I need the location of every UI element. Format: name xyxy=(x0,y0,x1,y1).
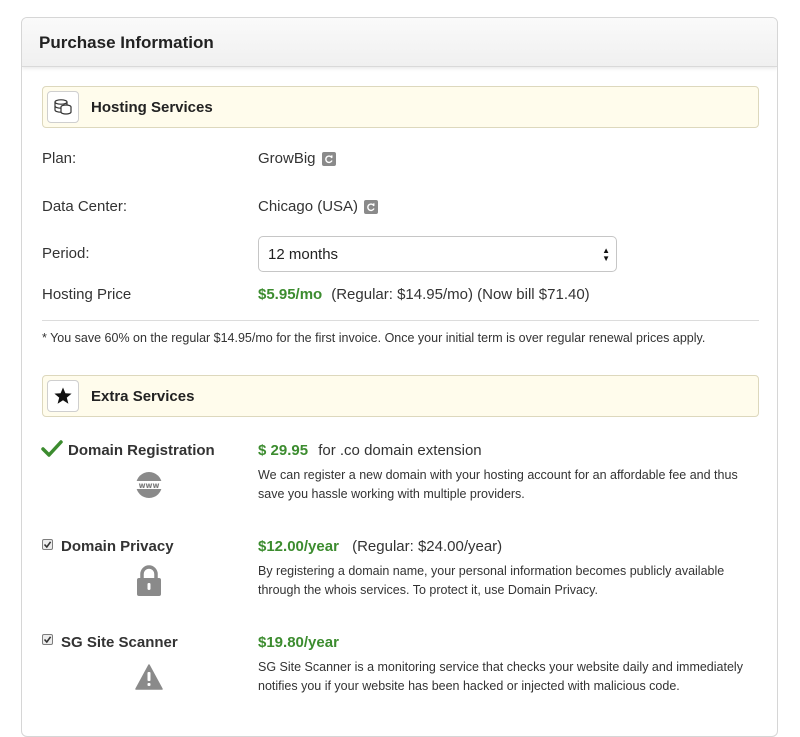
warning-icon xyxy=(135,664,163,690)
www-icon: www xyxy=(135,472,163,498)
change-plan-refresh-icon[interactable] xyxy=(321,151,336,166)
domain-registration-price-suffix: for .co domain extension xyxy=(318,442,482,459)
site-scanner-price: $19.80/year xyxy=(258,634,339,651)
domain-privacy-name: Domain Privacy xyxy=(61,538,174,555)
site-scanner-name: SG Site Scanner xyxy=(61,634,178,651)
panel-header: Purchase Information xyxy=(22,18,777,67)
purchase-information-panel: Purchase Information Hosting Services Pl… xyxy=(21,17,778,737)
hosting-services-title: Hosting Services xyxy=(91,99,213,116)
svg-text:www: www xyxy=(139,481,160,490)
savings-note: * You save 60% on the regular $14.95/mo … xyxy=(42,331,706,345)
checkmark-icon[interactable] xyxy=(41,440,63,458)
site-scanner-checkbox[interactable] xyxy=(42,634,53,645)
hosting-price-label: Hosting Price xyxy=(42,286,132,303)
extra-services-title: Extra Services xyxy=(91,388,195,405)
server-icon xyxy=(47,91,79,123)
hosting-price: $5.95/mo (Regular: $14.95/mo) (Now bill … xyxy=(258,286,590,303)
change-data-center-refresh-icon[interactable] xyxy=(364,199,379,214)
hosting-price-detail: (Regular: $14.95/mo) (Now bill $71.40) xyxy=(331,286,590,303)
hosting-services-section: Hosting Services xyxy=(42,86,759,128)
period-selected-value: 12 months xyxy=(268,245,339,263)
data-center-value: Chicago (USA) xyxy=(258,198,379,215)
site-scanner-description: SG Site Scanner is a monitoring service … xyxy=(258,660,743,693)
site-scanner-price-line: $19.80/year xyxy=(258,634,339,651)
domain-registration-name: Domain Registration xyxy=(68,442,215,459)
panel-title: Purchase Information xyxy=(39,33,214,52)
hosting-price-value: $5.95/mo xyxy=(258,286,323,303)
data-center-name: Chicago (USA) xyxy=(258,198,359,215)
plan-value: GrowBig xyxy=(258,150,336,167)
lock-icon xyxy=(137,565,161,596)
plan-name: GrowBig xyxy=(258,150,316,167)
domain-privacy-description: By registering a domain name, your perso… xyxy=(258,564,725,597)
domain-privacy-price-line: $12.00/year (Regular: $24.00/year) xyxy=(258,538,502,555)
period-select[interactable]: 12 months ▲ ▼ xyxy=(258,236,617,272)
data-center-label: Data Center: xyxy=(42,198,128,215)
divider xyxy=(42,320,759,321)
domain-privacy-checkbox[interactable] xyxy=(42,539,53,550)
plan-label: Plan: xyxy=(42,150,77,167)
domain-registration-price-line: $ 29.95 for .co domain extension xyxy=(258,442,482,459)
domain-registration-description: We can register a new domain with your h… xyxy=(258,468,738,501)
period-label: Period: xyxy=(42,245,90,262)
extra-services-section: Extra Services xyxy=(42,375,759,417)
domain-privacy-price: $12.00/year xyxy=(258,538,339,555)
select-arrows-icon: ▲ ▼ xyxy=(602,246,610,263)
domain-registration-price: $ 29.95 xyxy=(258,442,309,459)
star-icon xyxy=(47,380,79,412)
domain-privacy-price-suffix: (Regular: $24.00/year) xyxy=(352,538,503,555)
